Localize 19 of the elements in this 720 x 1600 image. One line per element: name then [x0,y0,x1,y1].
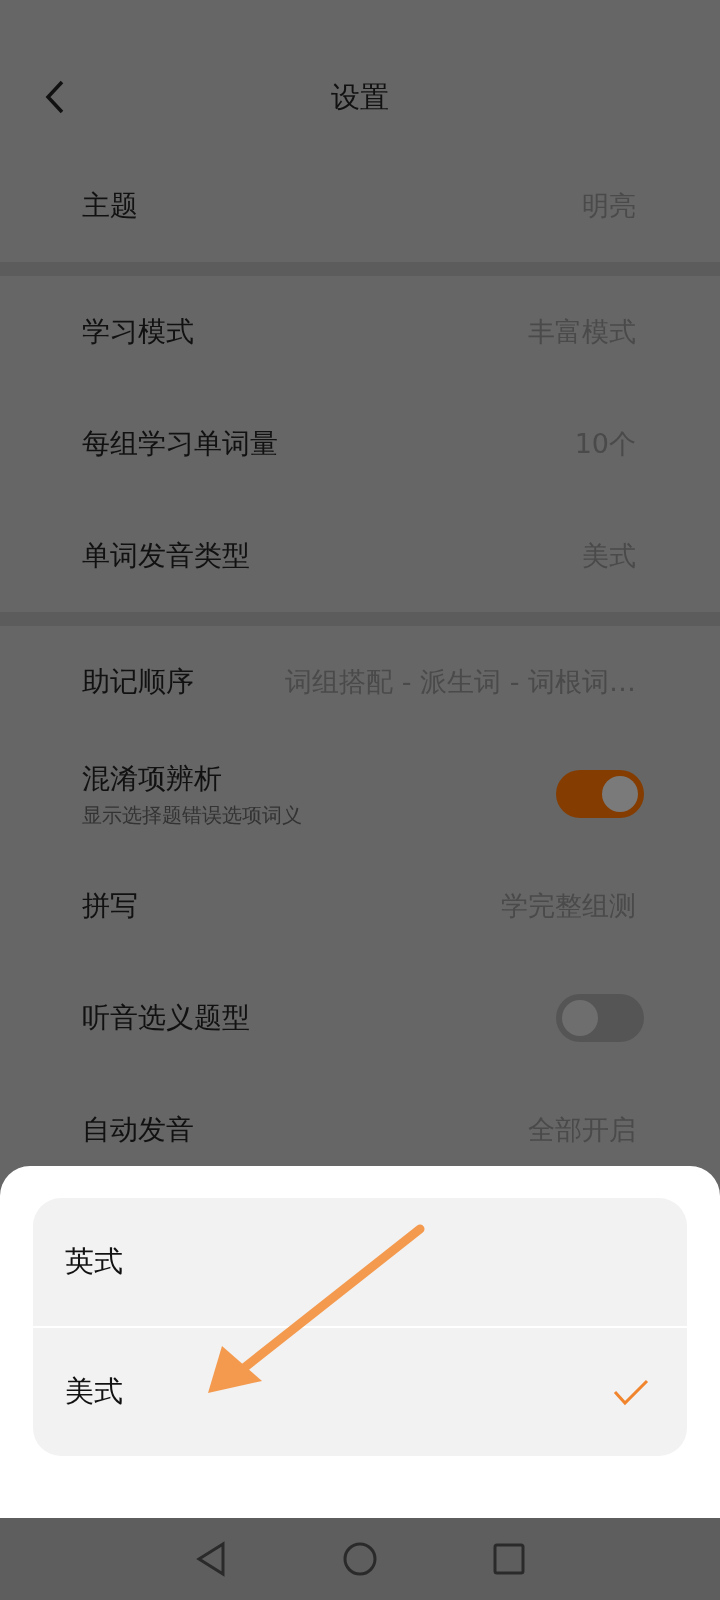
row-label: 主题 [82,188,138,224]
page-title: 设置 [331,79,389,116]
row-label: 自动发音 [82,1112,194,1148]
recents-icon[interactable] [493,1543,525,1575]
row-label: 助记顺序 [82,664,194,700]
row-label: 学习模式 [82,314,194,350]
check-icon [613,1378,649,1406]
row-label: 每组学习单词量 [82,426,278,462]
back-icon[interactable] [45,80,65,114]
option-item[interactable]: 英式 [33,1198,687,1326]
row-label: 听音选义题型 [82,1000,250,1036]
settings-row[interactable]: 听音选义题型 [0,962,720,1074]
row-label: 单词发音类型 [82,538,250,574]
toggle-switch[interactable] [556,994,644,1042]
toggle-switch[interactable] [556,770,644,818]
row-label: 拼写 [82,888,138,924]
back-nav-icon[interactable] [195,1541,227,1577]
row-label: 混淆项辨析 [82,760,223,797]
home-icon[interactable] [342,1541,378,1577]
